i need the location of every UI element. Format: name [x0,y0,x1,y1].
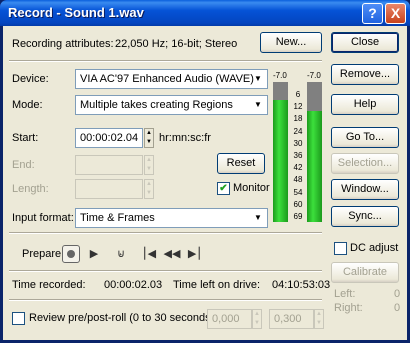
rewind-icon: ◀◀ [163,248,181,260]
meter-tick: 60 [293,199,303,209]
recording-attributes-value: 22,050 Hz; 16-bit; Stereo [115,38,238,50]
go-to-start-icon: ⎮◀ [141,248,157,260]
time-left-label: Time left on drive: [173,279,261,291]
pre-roll-spinner[interactable]: ▲ ▼ [252,309,262,329]
left-peak-value: -7.0 [273,71,287,80]
loop-button[interactable]: ⊌ [112,245,130,263]
right-meter [307,82,322,222]
start-label: Start: [12,132,39,144]
chevron-down-icon[interactable]: ▼ [250,97,266,113]
rewind-button[interactable]: ◀◀ [163,245,181,263]
start-unit: hr:mn:sc:fr [159,132,211,144]
right-peak-value: -7.0 [307,71,321,80]
close-button[interactable]: Close [331,32,399,53]
end-label: End: [12,159,35,171]
input-format-dropdown[interactable]: Time & Frames ▼ [75,208,268,228]
meter-tick: 30 [293,138,303,148]
chevron-down-icon[interactable]: ▼ [250,210,266,226]
record-dialog: Record - Sound 1.wav ? X Recording attri… [0,0,410,343]
length-spinner[interactable]: ▲ ▼ [144,179,154,199]
input-format-value: Time & Frames [80,212,155,224]
time-recorded-label: Time recorded: [12,279,86,291]
separator [9,232,322,234]
prepare-label: Prepare [22,248,62,260]
meter-tick: 18 [293,114,303,124]
reset-button[interactable]: Reset [217,153,265,174]
selection-button[interactable]: Selection... [331,153,399,174]
time-left-value: 04:10:53:03 [272,279,331,291]
mode-value: Multiple takes creating Regions [80,99,233,111]
help-title-button[interactable]: ? [362,3,383,24]
post-roll-spinner[interactable]: ▲ ▼ [314,309,324,329]
sync-button[interactable]: Sync... [331,206,399,227]
dc-left-value: 0 [394,288,401,300]
meter-tick: 69 [293,212,303,221]
new-button[interactable]: New... [260,32,322,53]
device-dropdown[interactable]: VIA AC'97 Enhanced Audio (WAVE) ▼ [75,69,268,89]
review-checkbox[interactable] [12,312,25,325]
record-button[interactable] [62,245,80,263]
separator [9,270,322,272]
go-to-end-button[interactable]: ▶⎮ [186,245,204,263]
dc-right-value: 0 [394,302,401,314]
play-button[interactable]: ▶ [85,245,103,263]
meter-tick: 48 [293,175,303,185]
meter-tick: 12 [293,102,303,112]
meter-tick: 36 [293,151,303,160]
help-button[interactable]: Help [331,94,399,115]
title-bar[interactable]: Record - Sound 1.wav ? X [0,0,410,26]
go-to-end-icon: ▶⎮ [187,248,203,260]
monitor-checkbox[interactable]: ✔ [217,182,230,195]
length-input[interactable] [75,179,143,199]
dc-right-label: Right: [334,302,363,314]
end-spinner[interactable]: ▲ ▼ [144,155,154,175]
loop-icon: ⊌ [116,248,126,260]
start-input[interactable]: 00:00:02.04 [75,128,143,148]
close-title-button[interactable]: X [385,3,406,24]
left-meter-level [273,100,288,222]
length-label: Length: [12,183,49,195]
dc-left-label: Left: [334,288,356,300]
pre-roll-input[interactable]: 0,000 [207,309,252,329]
play-icon: ▶ [89,248,99,260]
window-title: Record - Sound 1.wav [8,5,144,20]
review-label: Review pre/post-roll (0 to 30 seconds): [29,312,218,324]
separator [9,299,322,301]
separator [9,60,322,62]
device-value: VIA AC'97 Enhanced Audio (WAVE) [80,73,254,85]
dialog-client: Recording attributes: 22,050 Hz; 16-bit;… [3,26,407,340]
go-to-button[interactable]: Go To... [331,127,399,148]
post-roll-input[interactable]: 0,300 [269,309,314,329]
chevron-down-icon[interactable]: ▼ [250,71,266,87]
mode-dropdown[interactable]: Multiple takes creating Regions ▼ [75,95,268,115]
left-meter [273,82,288,222]
dc-adjust-label: DC adjust [350,242,399,254]
mode-label: Mode: [12,99,43,111]
input-format-label: Input format: [12,212,74,224]
recording-attributes-label: Recording attributes: [12,38,114,50]
remove-button[interactable]: Remove... [331,64,399,85]
dc-adjust-checkbox[interactable] [334,242,347,255]
window-button[interactable]: Window... [331,179,399,200]
right-meter-level [307,111,322,222]
meter-tick: 54 [293,187,303,197]
meter-tick: 6 [295,90,301,99]
monitor-label: Monitor [233,182,270,194]
meter-tick: 24 [293,126,303,136]
start-spinner[interactable]: ▲ ▼ [144,128,154,148]
go-to-start-button[interactable]: ⎮◀ [140,245,158,263]
end-input[interactable] [75,155,143,175]
device-label: Device: [12,73,49,85]
meter-tick: 42 [293,163,303,173]
record-icon [67,250,75,258]
time-recorded-value: 00:00:02.03 [104,279,163,291]
calibrate-button[interactable]: Calibrate [331,262,399,283]
